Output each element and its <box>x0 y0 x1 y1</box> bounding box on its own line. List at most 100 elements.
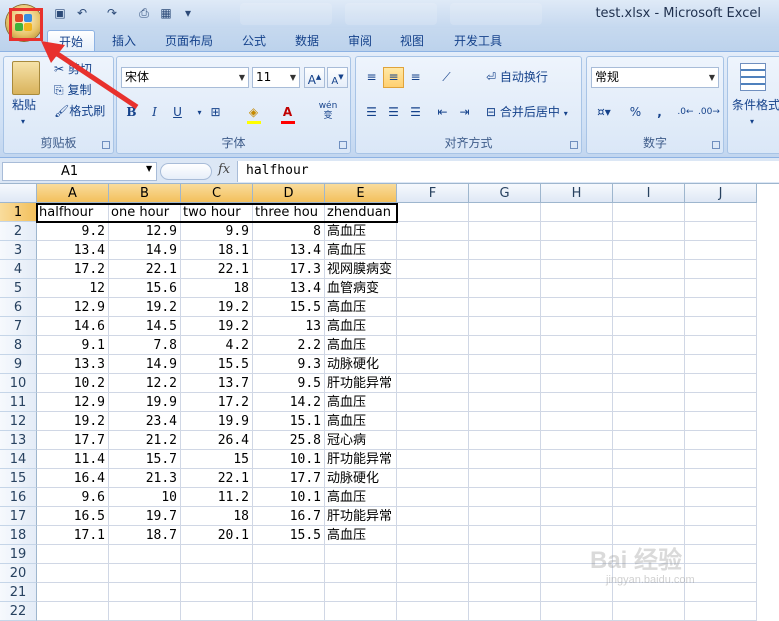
table-cell[interactable] <box>685 203 757 222</box>
insert-function-button[interactable]: fx <box>218 162 230 177</box>
table-cell[interactable] <box>541 355 613 374</box>
table-cell[interactable]: 高血压 <box>325 241 397 260</box>
table-cell[interactable]: 19.2 <box>37 412 109 431</box>
table-cell[interactable] <box>613 602 685 621</box>
table-cell[interactable] <box>397 507 469 526</box>
table-cell[interactable]: 14.6 <box>37 317 109 336</box>
table-cell[interactable]: 10.1 <box>253 450 325 469</box>
tab-review[interactable]: 审阅 <box>338 30 382 52</box>
table-cell[interactable] <box>613 222 685 241</box>
row-header[interactable]: 22 <box>0 602 37 621</box>
table-cell[interactable]: 20.1 <box>181 526 253 545</box>
table-cell[interactable] <box>541 583 613 602</box>
table-cell[interactable] <box>685 241 757 260</box>
percent-button[interactable]: % <box>625 102 646 123</box>
table-cell[interactable]: 11.2 <box>181 488 253 507</box>
table-cell[interactable]: 15.7 <box>109 450 181 469</box>
table-cell[interactable] <box>613 488 685 507</box>
table-cell[interactable]: 18.1 <box>181 241 253 260</box>
column-header[interactable]: B <box>109 184 181 203</box>
table-cell[interactable] <box>397 545 469 564</box>
table-cell[interactable] <box>541 374 613 393</box>
table-cell[interactable]: 高血压 <box>325 412 397 431</box>
table-cell[interactable] <box>325 583 397 602</box>
table-cell[interactable] <box>469 355 541 374</box>
table-cell[interactable] <box>397 602 469 621</box>
table-cell[interactable]: 16.5 <box>37 507 109 526</box>
table-cell[interactable]: 19.7 <box>109 507 181 526</box>
align-bottom-icon[interactable]: ≡ <box>405 67 426 88</box>
table-cell[interactable] <box>181 602 253 621</box>
table-cell[interactable]: 16.7 <box>253 507 325 526</box>
table-cell[interactable]: 10.2 <box>37 374 109 393</box>
table-cell[interactable]: 高血压 <box>325 298 397 317</box>
table-cell[interactable]: 21.2 <box>109 431 181 450</box>
table-cell[interactable]: one hour <box>109 203 181 222</box>
table-cell[interactable]: 9.3 <box>253 355 325 374</box>
table-cell[interactable]: 4.2 <box>181 336 253 355</box>
table-cell[interactable] <box>397 203 469 222</box>
row-header[interactable]: 15 <box>0 469 37 488</box>
table-cell[interactable] <box>613 298 685 317</box>
table-cell[interactable] <box>541 488 613 507</box>
table-cell[interactable] <box>397 260 469 279</box>
align-left-icon[interactable]: ☰ <box>361 102 382 123</box>
row-header[interactable]: 5 <box>0 279 37 298</box>
column-header[interactable]: F <box>397 184 469 203</box>
table-cell[interactable] <box>469 526 541 545</box>
table-cell[interactable]: 动脉硬化 <box>325 469 397 488</box>
column-header[interactable]: J <box>685 184 757 203</box>
redo-icon[interactable]: ↷ <box>104 6 120 21</box>
table-cell[interactable] <box>685 431 757 450</box>
table-cell[interactable] <box>397 526 469 545</box>
table-cell[interactable] <box>469 203 541 222</box>
table-cell[interactable] <box>541 602 613 621</box>
table-cell[interactable] <box>541 203 613 222</box>
table-cell[interactable]: 13 <box>253 317 325 336</box>
table-cell[interactable] <box>469 469 541 488</box>
table-cell[interactable] <box>613 336 685 355</box>
table-cell[interactable] <box>397 279 469 298</box>
align-center-icon[interactable]: ☰ <box>383 102 404 123</box>
table-cell[interactable] <box>685 317 757 336</box>
tab-data[interactable]: 数据 <box>285 30 329 52</box>
row-header[interactable]: 16 <box>0 488 37 507</box>
table-cell[interactable] <box>469 317 541 336</box>
table-cell[interactable] <box>397 431 469 450</box>
table-cell[interactable] <box>397 298 469 317</box>
table-cell[interactable]: 22.1 <box>181 260 253 279</box>
font-size-select[interactable]: 11 ▼ <box>252 67 300 88</box>
row-header[interactable]: 2 <box>0 222 37 241</box>
table-cell[interactable] <box>685 602 757 621</box>
row-header[interactable]: 7 <box>0 317 37 336</box>
table-cell[interactable]: 22.1 <box>181 469 253 488</box>
table-cell[interactable] <box>613 374 685 393</box>
table-cell[interactable]: 7.8 <box>109 336 181 355</box>
column-header[interactable]: A <box>37 184 109 203</box>
formula-input[interactable]: halfhour <box>237 161 779 182</box>
phonetic-button[interactable]: wén 变 <box>313 100 343 121</box>
table-cell[interactable] <box>325 564 397 583</box>
table-cell[interactable]: 14.2 <box>253 393 325 412</box>
table-cell[interactable]: 19.2 <box>181 298 253 317</box>
table-cell[interactable] <box>37 564 109 583</box>
table-cell[interactable] <box>397 450 469 469</box>
table-cell[interactable] <box>109 564 181 583</box>
table-cell[interactable] <box>685 355 757 374</box>
table-cell[interactable]: 26.4 <box>181 431 253 450</box>
clipboard-launcher-icon[interactable] <box>102 141 110 149</box>
table-cell[interactable] <box>253 545 325 564</box>
table-cell[interactable] <box>685 260 757 279</box>
table-cell[interactable] <box>541 412 613 431</box>
row-header[interactable]: 1 <box>0 203 37 222</box>
number-launcher-icon[interactable] <box>712 141 720 149</box>
table-cell[interactable] <box>469 507 541 526</box>
table-cell[interactable] <box>397 564 469 583</box>
table-cell[interactable] <box>541 279 613 298</box>
row-header[interactable]: 14 <box>0 450 37 469</box>
table-cell[interactable] <box>469 279 541 298</box>
align-middle-icon[interactable]: ≡ <box>383 67 404 88</box>
table-cell[interactable] <box>325 602 397 621</box>
table-cell[interactable]: 动脉硬化 <box>325 355 397 374</box>
comma-button[interactable]: , <box>649 102 670 123</box>
